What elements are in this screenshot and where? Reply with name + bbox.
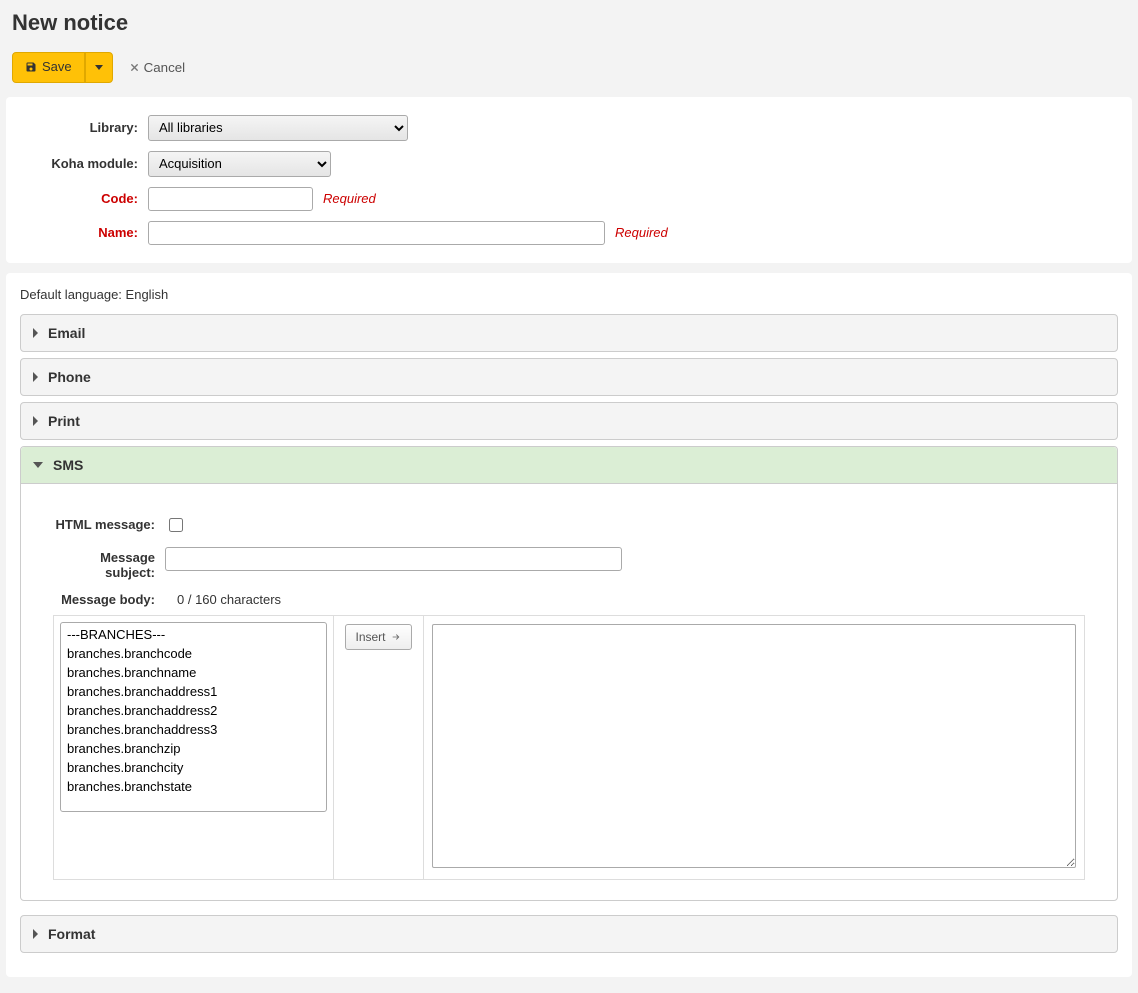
accordion-sms: SMS HTML message: Message subject: Messa… (20, 446, 1118, 901)
insert-button-label: Insert (355, 630, 385, 644)
sms-body: HTML message: Message subject: Message b… (21, 484, 1117, 900)
message-body-char-count: 0 / 160 characters (177, 592, 281, 607)
code-required-text: Required (323, 191, 376, 206)
accordion-email-header[interactable]: Email (21, 315, 1117, 351)
caret-right-icon (33, 328, 38, 338)
save-button-group: Save (12, 52, 113, 83)
notice-form-panel: Library: All libraries Koha module: Acqu… (6, 97, 1132, 263)
field-list-option[interactable]: branches.branchzip (63, 739, 324, 758)
message-subject-label: Message subject: (53, 547, 165, 580)
module-label: Koha module: (28, 156, 148, 171)
field-list-option[interactable]: branches.branchname (63, 663, 324, 682)
accordion-sms-label: SMS (53, 457, 83, 473)
accordion-format: Format (20, 915, 1118, 953)
accordion-format-header[interactable]: Format (21, 916, 1117, 952)
accordion-email-label: Email (48, 325, 85, 341)
module-select[interactable]: Acquisition (148, 151, 331, 177)
save-icon (25, 61, 37, 73)
accordion-print-header[interactable]: Print (21, 403, 1117, 439)
message-panel: Default language: English Email Phone Pr… (6, 273, 1132, 977)
cancel-button-label: Cancel (144, 60, 186, 75)
code-input[interactable] (148, 187, 313, 211)
field-list-option[interactable]: branches.branchcode (63, 644, 324, 663)
insert-button[interactable]: Insert (345, 624, 411, 650)
accordion-phone: Phone (20, 358, 1118, 396)
field-list-option[interactable]: branches.branchstate (63, 777, 324, 796)
accordion-phone-header[interactable]: Phone (21, 359, 1117, 395)
field-list-option[interactable]: ---BRANCHES--- (63, 625, 324, 644)
default-language-row: Default language: English (20, 287, 1118, 314)
accordion-sms-header[interactable]: SMS (21, 447, 1117, 484)
field-list-option[interactable]: branches.branchaddress2 (63, 701, 324, 720)
save-button-label: Save (42, 59, 72, 76)
field-list[interactable]: ---BRANCHES---branches.branchcodebranche… (60, 622, 327, 812)
field-list-cell: ---BRANCHES---branches.branchcodebranche… (54, 616, 334, 879)
message-body-label: Message body: (53, 592, 165, 607)
message-body-layout: ---BRANCHES---branches.branchcodebranche… (53, 615, 1085, 880)
arrow-right-icon (390, 632, 402, 642)
caret-right-icon (33, 929, 38, 939)
name-label: Name: (28, 225, 148, 240)
caret-down-icon (33, 462, 43, 468)
html-message-checkbox[interactable] (169, 518, 183, 532)
toolbar: Save Cancel (12, 52, 1132, 83)
close-icon (129, 62, 140, 73)
save-button[interactable]: Save (12, 52, 85, 83)
code-label: Code: (28, 191, 148, 206)
field-list-option[interactable]: branches.branchaddress3 (63, 720, 324, 739)
page-title: New notice (12, 10, 1132, 36)
caret-down-icon (95, 65, 103, 70)
default-language-value: English (126, 287, 169, 302)
caret-right-icon (33, 372, 38, 382)
default-language-label: Default language: (20, 287, 122, 302)
field-list-option[interactable]: branches.branchaddress1 (63, 682, 324, 701)
editor-cell (424, 616, 1084, 879)
cancel-button[interactable]: Cancel (125, 54, 190, 81)
save-dropdown-button[interactable] (85, 52, 113, 83)
name-required-text: Required (615, 225, 668, 240)
message-subject-input[interactable] (165, 547, 622, 571)
accordion-email: Email (20, 314, 1118, 352)
name-input[interactable] (148, 221, 605, 245)
accordion-print-label: Print (48, 413, 80, 429)
library-select[interactable]: All libraries (148, 115, 408, 141)
accordion-phone-label: Phone (48, 369, 91, 385)
insert-cell: Insert (334, 616, 424, 879)
library-label: Library: (28, 120, 148, 135)
message-body-textarea[interactable] (432, 624, 1076, 868)
html-message-label: HTML message: (53, 514, 165, 532)
accordion-print: Print (20, 402, 1118, 440)
caret-right-icon (33, 416, 38, 426)
accordion-format-label: Format (48, 926, 95, 942)
field-list-option[interactable]: branches.branchcity (63, 758, 324, 777)
